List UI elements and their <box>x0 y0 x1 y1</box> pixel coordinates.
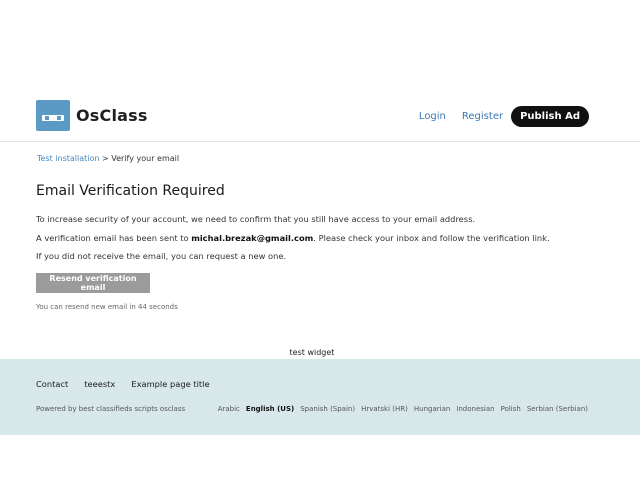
footer-links: Contact teeestx Example page title <box>36 379 226 389</box>
login-link[interactable]: Login <box>419 111 446 122</box>
test-widget: test widget <box>289 348 335 357</box>
language-hrvatski[interactable]: Hrvatski (HR) <box>361 405 408 413</box>
resend-hint: If you did not receive the email, you ca… <box>36 251 287 261</box>
publish-ad-button[interactable]: Publish Ad <box>511 106 589 127</box>
powered-by-text: Powered by best classifieds scripts oscl… <box>36 405 186 413</box>
site-footer: Contact teeestx Example page title Power… <box>0 359 640 435</box>
resend-verification-button[interactable]: Resend verification email <box>36 273 150 293</box>
language-indonesian[interactable]: Indonesian <box>456 405 494 413</box>
language-polish[interactable]: Polish <box>501 405 521 413</box>
logo-icon <box>36 100 70 131</box>
language-list: Arabic English (US) Spanish (Spain) Hrva… <box>212 405 588 413</box>
user-email: michal.brezak@gmail.com <box>191 233 314 243</box>
breadcrumb-home-link[interactable]: Test installation <box>37 154 99 163</box>
sent-message-prefix: A verification email has been sent to <box>36 233 192 243</box>
resend-countdown: You can resend new email in 44 seconds <box>36 303 178 311</box>
footer-link-contact[interactable]: Contact <box>36 379 68 389</box>
language-spanish[interactable]: Spanish (Spain) <box>300 405 355 413</box>
site-header: OsClass Login Register Publish Ad <box>0 92 640 142</box>
footer-link-teeestx[interactable]: teeestx <box>84 379 115 389</box>
breadcrumb: Test installation > Verify your email <box>37 154 179 163</box>
sent-message-suffix: . Please check your inbox and follow the… <box>313 233 550 243</box>
logo-text: OsClass <box>76 106 148 125</box>
language-hungarian[interactable]: Hungarian <box>414 405 450 413</box>
header-nav: Login Register Publish Ad <box>419 106 589 127</box>
breadcrumb-current: Verify your email <box>111 154 180 163</box>
language-english-us[interactable]: English (US) <box>246 405 294 413</box>
register-link[interactable]: Register <box>462 111 503 122</box>
site-logo[interactable]: OsClass <box>36 100 148 131</box>
sent-message: A verification email has been sent to mi… <box>36 233 550 243</box>
language-arabic[interactable]: Arabic <box>218 405 240 413</box>
page-title: Email Verification Required <box>36 183 225 199</box>
language-serbian[interactable]: Serbian (Serbian) <box>527 405 588 413</box>
breadcrumb-separator: > <box>102 154 109 163</box>
security-message: To increase security of your account, we… <box>36 214 476 224</box>
footer-link-example-page[interactable]: Example page title <box>131 379 209 389</box>
